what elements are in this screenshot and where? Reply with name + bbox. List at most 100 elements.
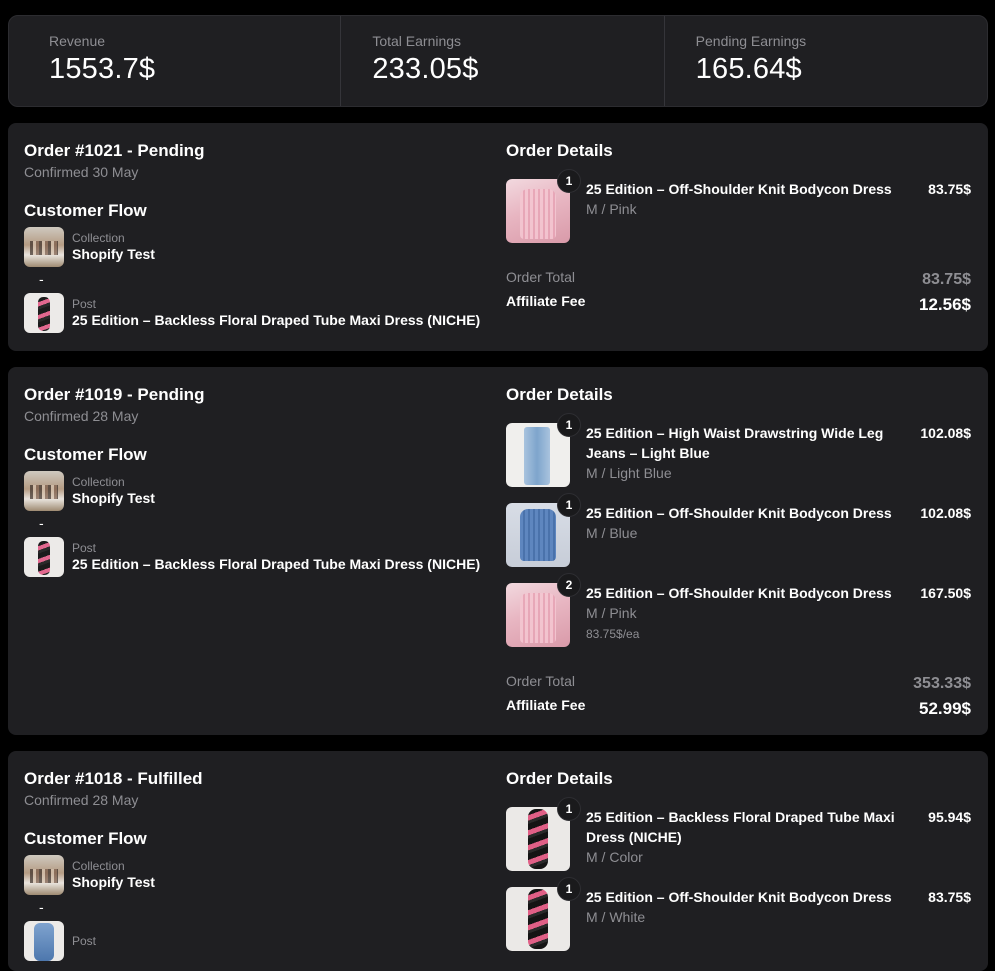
order-confirmed-date: Confirmed 28 May	[24, 792, 139, 808]
flow-collection[interactable]: Collection Shopify Test	[24, 855, 494, 895]
order-card[interactable]: Order #1019 - Pending Confirmed 28 May C…	[8, 367, 988, 735]
order-confirmed-date: Confirmed 30 May	[24, 164, 139, 180]
order-title: Order #1019 - Pending	[24, 385, 205, 404]
order-details-title: Order Details	[506, 141, 613, 160]
post-name: 25 Edition – Backless Floral Draped Tube…	[72, 556, 481, 572]
product-name: 25 Edition – High Waist Drawstring Wide …	[586, 425, 884, 461]
order-title: Order #1021 - Pending	[24, 141, 205, 160]
product-image: 1	[506, 797, 581, 871]
collection-name: Shopify Test	[72, 246, 155, 262]
flow-post[interactable]: Post 25 Edition – Backless Floral Draped…	[24, 293, 494, 333]
customer-flow-title: Customer Flow	[24, 829, 147, 848]
flow-post[interactable]: Post	[24, 921, 494, 961]
line-price: 167.50$	[920, 585, 971, 601]
line-item[interactable]: 1 25 Edition – High Waist Drawstring Wid…	[506, 413, 971, 487]
order-card[interactable]: Order #1018 - Fulfilled Confirmed 28 May…	[8, 751, 988, 971]
line-price: 102.08$	[920, 505, 971, 521]
stat-label: Total Earnings	[372, 33, 462, 49]
quantity-badge: 1	[557, 493, 581, 517]
order-total-value: 353.33$	[913, 675, 971, 692]
stats-bar: Revenue 1553.7$ Total Earnings 233.05$ P…	[8, 15, 988, 107]
product-variant: M / Light Blue	[586, 465, 672, 481]
flow-kind-label: Post	[72, 933, 97, 948]
quantity-badge: 1	[557, 413, 581, 437]
price-each: 83.75$/ea	[586, 627, 640, 641]
flow-post[interactable]: Post 25 Edition – Backless Floral Draped…	[24, 537, 494, 577]
line-price: 95.94$	[928, 809, 971, 825]
product-name: 25 Edition – Off-Shoulder Knit Bodycon D…	[586, 505, 892, 521]
product-variant: M / Color	[586, 849, 643, 865]
product-name: 25 Edition – Off-Shoulder Knit Bodycon D…	[586, 889, 892, 905]
flow-kind-label: Collection	[72, 859, 125, 873]
stat-label: Pending Earnings	[695, 33, 807, 49]
stat-pending-earnings: Pending Earnings 165.64$	[663, 16, 987, 106]
order-total-value: 83.75$	[922, 271, 971, 288]
order-details: Order Details 1 25 Edition – Off-Shoulde…	[506, 141, 971, 317]
line-price: 83.75$	[928, 889, 971, 905]
quantity-badge: 1	[557, 169, 581, 193]
product-variant: M / Pink	[586, 605, 637, 621]
order-total-label: Order Total	[506, 269, 575, 285]
stat-label: Revenue	[49, 33, 106, 49]
post-thumbnail	[24, 537, 64, 577]
order-details: Order Details 1 25 Edition – Backless Fl…	[506, 769, 971, 951]
collection-thumbnail	[24, 855, 64, 895]
order-total-label: Order Total	[506, 673, 575, 689]
quantity-badge: 1	[557, 797, 581, 821]
product-variant: M / Blue	[586, 525, 638, 541]
flow-kind-label: Post	[72, 297, 97, 311]
product-image: 1	[506, 413, 581, 487]
post-name: 25 Edition – Backless Floral Draped Tube…	[72, 312, 481, 328]
order-summary: Order #1021 - Pending Confirmed 30 May C…	[24, 141, 494, 333]
product-variant: M / Pink	[586, 201, 637, 217]
flow-kind-label: Collection	[72, 231, 125, 245]
product-image: 1	[506, 493, 581, 567]
flow-separator: -	[39, 515, 44, 531]
flow-separator: -	[39, 899, 44, 915]
collection-thumbnail	[24, 227, 64, 267]
order-summary: Order #1018 - Fulfilled Confirmed 28 May…	[24, 769, 494, 961]
flow-collection[interactable]: Collection Shopify Test	[24, 471, 494, 511]
product-name: 25 Edition – Off-Shoulder Knit Bodycon D…	[586, 585, 892, 601]
flow-separator: -	[39, 271, 44, 287]
product-image: 1	[506, 169, 581, 243]
flow-kind-label: Collection	[72, 475, 125, 489]
affiliate-fee-label: Affiliate Fee	[506, 697, 586, 713]
order-card[interactable]: Order #1021 - Pending Confirmed 30 May C…	[8, 123, 988, 351]
collection-name: Shopify Test	[72, 874, 155, 890]
product-image: 2	[506, 573, 581, 647]
collection-name: Shopify Test	[72, 490, 155, 506]
stat-value: 233.05$	[372, 53, 479, 85]
stat-value: 165.64$	[695, 53, 802, 85]
customer-flow-title: Customer Flow	[24, 445, 147, 464]
order-confirmed-date: Confirmed 28 May	[24, 408, 139, 424]
product-variant: M / White	[586, 909, 646, 925]
line-price: 83.75$	[928, 181, 971, 197]
post-thumbnail	[24, 921, 64, 961]
line-item[interactable]: 2 25 Edition – Off-Shoulder Knit Bodycon…	[506, 573, 971, 647]
order-details-title: Order Details	[506, 769, 613, 788]
line-price: 102.08$	[920, 425, 971, 441]
product-name: 25 Edition – Backless Floral Draped Tube…	[586, 809, 895, 845]
stat-value: 1553.7$	[49, 53, 156, 85]
quantity-badge: 2	[557, 573, 581, 597]
order-totals: Order Total 353.33$ Affiliate Fee 52.99$	[506, 673, 971, 721]
stat-total-earnings: Total Earnings 233.05$	[340, 16, 663, 106]
customer-flow-title: Customer Flow	[24, 201, 147, 220]
order-details: Order Details 1 25 Edition – High Waist …	[506, 385, 971, 721]
line-item[interactable]: 1 25 Edition – Off-Shoulder Knit Bodycon…	[506, 877, 971, 951]
order-totals: Order Total 83.75$ Affiliate Fee 12.56$	[506, 269, 971, 317]
product-image: 1	[506, 877, 581, 951]
post-thumbnail	[24, 293, 64, 333]
order-title: Order #1018 - Fulfilled	[24, 769, 203, 788]
line-item[interactable]: 1 25 Edition – Off-Shoulder Knit Bodycon…	[506, 493, 971, 567]
stat-revenue: Revenue 1553.7$	[9, 16, 340, 106]
line-item[interactable]: 1 25 Edition – Backless Floral Draped Tu…	[506, 797, 971, 871]
flow-kind-label: Post	[72, 541, 97, 555]
affiliate-fee-value: 52.99$	[919, 699, 971, 718]
affiliate-fee-label: Affiliate Fee	[506, 293, 586, 309]
flow-collection[interactable]: Collection Shopify Test	[24, 227, 494, 267]
affiliate-fee-value: 12.56$	[919, 295, 971, 314]
order-summary: Order #1019 - Pending Confirmed 28 May C…	[24, 385, 494, 577]
line-item[interactable]: 1 25 Edition – Off-Shoulder Knit Bodycon…	[506, 169, 971, 243]
